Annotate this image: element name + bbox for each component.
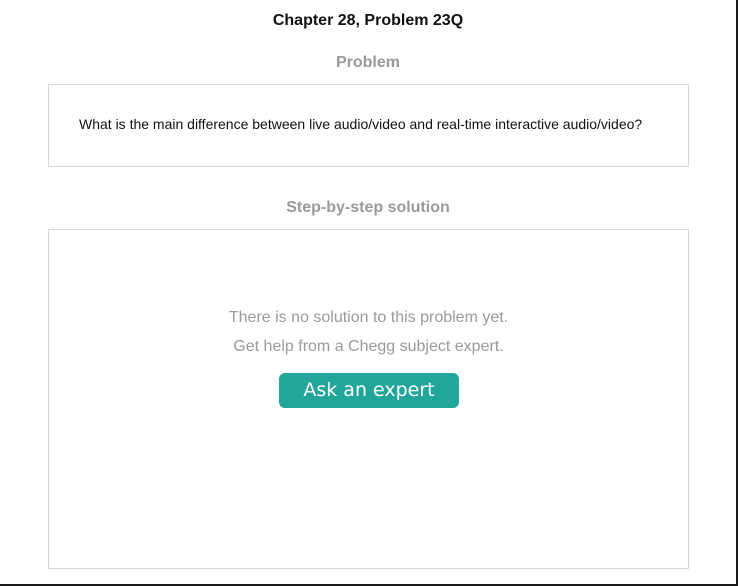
page-title: Chapter 28, Problem 23Q [272,12,464,29]
problem-text: What is the main difference between live… [79,116,643,132]
solution-heading: Step-by-step solution [286,199,450,216]
no-solution-message: There is no solution to this problem yet… [228,309,509,326]
solution-box: There is no solution to this problem yet… [48,229,689,569]
problem-box: What is the main difference between live… [48,84,689,167]
ask-an-expert-button[interactable]: Ask an expert [279,373,459,408]
problem-heading: Problem [335,54,400,71]
get-help-message: Get help from a Chegg subject expert. [233,338,504,355]
